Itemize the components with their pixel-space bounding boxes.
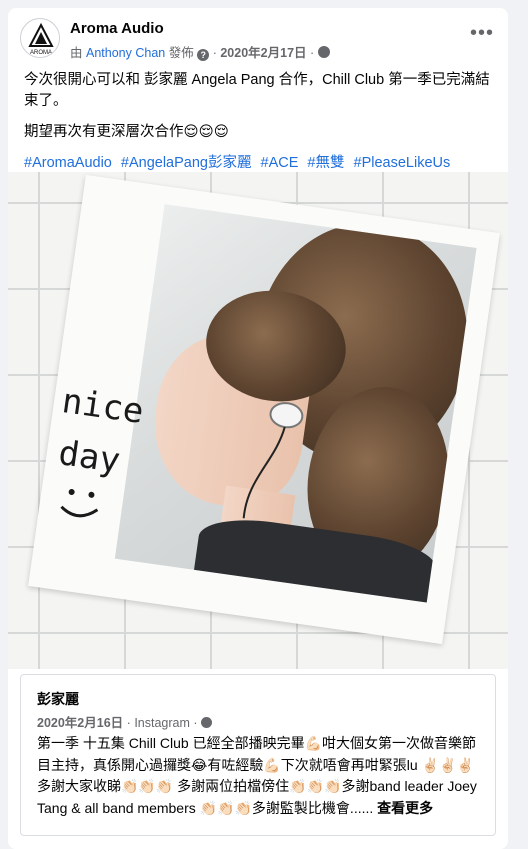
author-link[interactable]: Anthony Chan [86,46,165,60]
globe-icon [201,717,213,728]
post-date-link[interactable]: 2020年2月17日 [220,46,306,60]
hashtag-link[interactable]: #AngelaPang彭家麗 [121,155,252,171]
page-avatar[interactable]: AROMA [20,18,60,58]
shared-meta: 2020年2月16日 · Instagram · [37,712,213,731]
hashtags: #AromaAudio #AngelaPang彭家麗 #ACE #無雙 #Ple… [24,153,494,174]
hashtag-link[interactable]: #PleaseLikeUs [354,155,451,171]
shared-post-body: 第一季 十五集 Chill Club 已經全部播映完畢💪🏻咁大個女第一次做音樂節… [37,733,481,819]
shared-date[interactable]: 2020年2月16日 [37,716,123,730]
meta-dot: · [126,716,131,730]
globe-icon [317,46,330,58]
posted-label: 發佈 [168,46,194,60]
meta-dot: · [310,46,315,60]
page-name-link[interactable]: Aroma Audio [70,20,164,37]
handwriting-day: day [56,433,122,481]
post-text: 今次很開心可以和 彭家麗 Angela Pang 合作，Chill Club 第… [24,70,494,184]
shared-source: Instagram [134,716,190,730]
by-prefix: 由 [70,46,83,60]
post-meta: 由 Anthony Chan 發佈 ? · 2020年2月17日 · [70,42,330,61]
post-text-line-1: 今次很開心可以和 彭家麗 Angela Pang 合作，Chill Club 第… [24,72,490,109]
hashtag-link[interactable]: #ACE [261,155,299,171]
post-photo[interactable]: nice day [8,172,508,669]
svg-text:AROMA: AROMA [30,50,52,56]
handwriting: nice day [56,381,146,518]
meta-dot: · [212,46,217,60]
polaroid-frame: nice day [28,174,500,645]
handwriting-nice: nice [59,381,146,432]
shared-author-name[interactable]: 彭家麗 [37,689,79,709]
shared-post-preview[interactable]: 彭家麗 2020年2月16日 · Instagram · 第一季 十五集 Chi… [20,674,496,836]
aroma-logo-icon: AROMA [22,20,59,57]
post-header: AROMA Aroma Audio 由 Anthony Chan 發佈 ? · … [20,18,496,64]
post-card: AROMA Aroma Audio 由 Anthony Chan 發佈 ? · … [8,8,508,849]
see-more-link[interactable]: 查看更多 [377,800,433,816]
meta-dot: · [193,716,198,730]
hashtag-link[interactable]: #AromaAudio [24,155,112,171]
help-icon[interactable]: ? [197,49,210,61]
more-options-button[interactable]: ••• [470,23,494,46]
post-text-line-2: 期望再次有更深層次合作😌😌😌 [24,124,229,140]
hashtag-link[interactable]: #無雙 [307,155,344,171]
